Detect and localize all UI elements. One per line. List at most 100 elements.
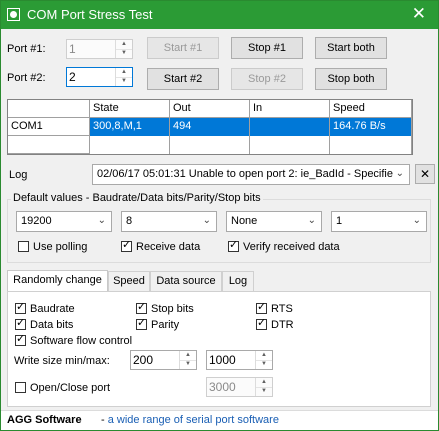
start-both-button[interactable]: Start both [315,37,387,59]
parity-select[interactable]: None ⌄ [226,211,322,232]
port1-spinner[interactable]: ▲▼ [66,39,133,59]
random-flow-checkbox[interactable]: ✓ Software flow control [15,333,132,347]
checkmark-icon: ✓ [16,333,26,345]
random-parity-checkbox[interactable]: ✓ Parity [136,317,179,331]
cell-empty[interactable] [250,136,330,154]
footer-dash: - [101,414,108,426]
stop1-button[interactable]: Stop #1 [231,37,303,59]
open-close-interval-input[interactable] [209,380,252,394]
checkmark-icon: ✓ [16,301,26,313]
title-bar: COM Port Stress Test ✕ [1,1,438,29]
start1-button[interactable]: Start #1 [147,37,219,59]
random-baudrate-checkbox[interactable]: ✓ Baudrate [15,301,75,315]
clear-log-button[interactable]: ✕ [415,164,435,184]
random-databits-label: Data bits [30,319,74,331]
row-header-com1[interactable]: COM1 [8,118,90,136]
checkmark-icon: ✓ [229,239,239,251]
spin-down-icon[interactable]: ▼ [116,77,132,86]
cell-in[interactable] [250,118,330,136]
chevron-down-icon: ⌄ [97,215,106,226]
verify-data-checkbox[interactable]: ✓ Verify received data [228,239,340,253]
start2-button[interactable]: Start #2 [147,68,219,90]
cell-empty[interactable] [170,136,250,154]
spin-down-icon[interactable]: ▼ [256,360,272,369]
receive-data-checkbox[interactable]: ✓ Receive data [121,239,200,253]
stop2-button[interactable]: Stop #2 [231,68,303,90]
random-databits-checkbox[interactable]: ✓ Data bits [15,317,74,331]
column-header-in[interactable]: In [250,100,330,118]
window-close-button[interactable]: ✕ [412,4,426,24]
port2-input[interactable] [69,70,112,84]
column-header-speed[interactable]: Speed [330,100,412,118]
baudrate-select[interactable]: 19200 ⌄ [16,211,112,232]
spin-down-icon[interactable]: ▼ [116,49,132,58]
cell-state[interactable]: 300,8,M,1 [90,118,170,136]
random-rts-checkbox[interactable]: ✓ RTS [256,301,293,315]
footer-brand: AGG Software [7,414,82,426]
spin-down-icon[interactable]: ▼ [256,387,272,396]
parity-value: None [231,215,258,227]
write-min-spinner[interactable]: ▲▼ [130,350,197,370]
tab-log[interactable]: Log [222,271,254,291]
random-stopbits-checkbox[interactable]: ✓ Stop bits [136,301,194,315]
port2-spin-arrows[interactable]: ▲ ▼ [115,68,132,86]
checkbox-box[interactable]: ✓ [136,317,147,330]
default-values-legend: Default values - Baudrate/Data bits/Pari… [11,192,263,204]
random-rts-label: RTS [271,303,293,315]
checkmark-icon: ✓ [137,301,147,313]
row-header-empty[interactable] [8,136,90,154]
port1-input[interactable] [69,42,112,56]
cell-speed[interactable]: 164.76 B/s [330,118,412,136]
databits-value: 8 [126,215,133,227]
use-polling-checkbox[interactable]: Use polling [18,241,87,253]
cell-out[interactable]: 494 [170,118,250,136]
checkmark-icon: ✓ [257,317,267,329]
random-dtr-checkbox[interactable]: ✓ DTR [256,317,294,331]
tab-data-source[interactable]: Data source [150,271,222,291]
port2-spinner[interactable]: ▲▼ [66,67,133,87]
checkbox-box[interactable]: ✓ [121,239,132,252]
random-baudrate-label: Baudrate [30,303,75,315]
checkbox-box[interactable] [18,241,29,252]
write-min-spin-arrows[interactable]: ▲ ▼ [179,351,196,369]
checkbox-box[interactable]: ✓ [15,317,26,330]
checkbox-box[interactable]: ✓ [136,301,147,314]
stopbits-select[interactable]: 1 ⌄ [331,211,427,232]
footer-bar: AGG Software - a wide range of serial po… [1,410,438,430]
column-header-out[interactable]: Out [170,100,250,118]
tab-speed[interactable]: Speed [108,271,150,291]
checkbox-box[interactable]: ✓ [256,317,267,330]
footer-tagline-wrap: - a wide range of serial port software [101,414,279,426]
write-max-input[interactable] [209,353,252,367]
databits-select[interactable]: 8 ⌄ [121,211,217,232]
checkbox-box[interactable]: ✓ [15,301,26,314]
log-dropdown-value: 02/06/17 05:01:31 Unable to open port 2:… [97,168,393,180]
column-header-state[interactable]: State [90,100,170,118]
stop-both-button[interactable]: Stop both [315,68,387,90]
checkmark-icon: ✓ [16,317,26,329]
open-close-spin-arrows[interactable]: ▲ ▼ [255,378,272,396]
chevron-down-icon: ⌄ [412,215,421,226]
port1-spin-arrows[interactable]: ▲ ▼ [115,40,132,58]
cell-empty[interactable] [330,136,412,154]
checkbox-box[interactable]: ✓ [15,333,26,346]
cell-empty[interactable] [90,136,170,154]
checkbox-box[interactable] [15,382,26,393]
tab-randomly-change[interactable]: Randomly change [7,270,108,292]
open-close-interval-spinner[interactable]: ▲▼ [206,377,273,397]
use-polling-label: Use polling [33,241,88,253]
open-close-port-checkbox[interactable]: Open/Close port [15,382,110,394]
spin-down-icon[interactable]: ▼ [180,360,196,369]
stopbits-value: 1 [336,215,343,227]
footer-link[interactable]: a wide range of serial port software [108,414,279,426]
checkbox-box[interactable]: ✓ [228,239,239,252]
verify-data-label: Verify received data [243,241,340,253]
checkbox-box[interactable]: ✓ [256,301,267,314]
window-title: COM Port Stress Test [27,7,153,22]
write-min-input[interactable] [133,353,176,367]
write-max-spinner[interactable]: ▲▼ [206,350,273,370]
checkmark-icon: ✓ [122,239,132,251]
log-dropdown[interactable]: 02/06/17 05:01:31 Unable to open port 2:… [92,164,410,185]
port-status-grid: State Out In Speed COM1 300,8,M,1 494 16… [7,99,413,155]
write-max-spin-arrows[interactable]: ▲ ▼ [255,351,272,369]
